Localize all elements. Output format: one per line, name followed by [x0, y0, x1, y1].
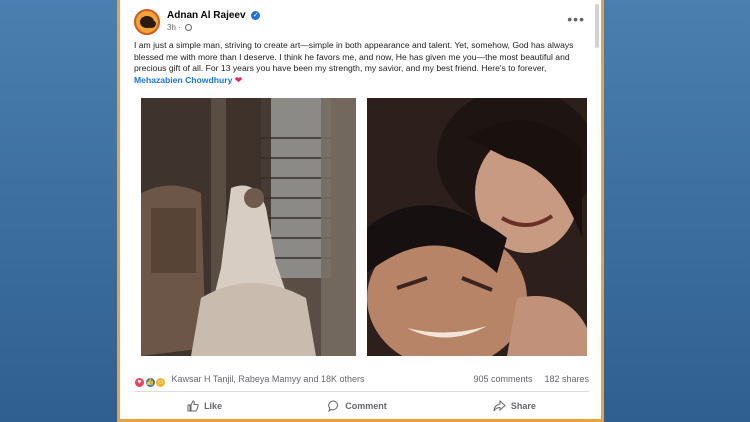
- heart-emoji: ❤: [234, 74, 243, 85]
- engagement-counts: 905 comments 182 shares: [473, 374, 589, 384]
- like-reaction-icon: 👍: [144, 377, 156, 388]
- comments-count[interactable]: 905 comments: [473, 374, 532, 384]
- post-card: Adnan Al Rajeev ✓ 3h · ••• I am just a s…: [117, 0, 604, 422]
- mention-link[interactable]: Mehazabien Chowdhury: [134, 75, 232, 85]
- reactions-summary[interactable]: ♥ 👍 ☺ Kawsar H Tanjil, Rabeya Mamyy and …: [134, 374, 364, 388]
- time-separator: ·: [178, 23, 181, 32]
- thumbs-up-icon: [187, 400, 199, 412]
- bride-photo-illustration: [141, 98, 356, 356]
- share-button[interactable]: Share: [493, 396, 536, 416]
- globe-icon: [185, 24, 193, 31]
- post-caption: I am just a simple man, striving to crea…: [134, 40, 584, 86]
- avatar-image: [140, 16, 154, 28]
- post-time[interactable]: 3h: [167, 23, 176, 32]
- post-meta: 3h ·: [167, 23, 193, 32]
- comment-button[interactable]: Comment: [328, 396, 387, 416]
- share-arrow-icon: [493, 400, 506, 412]
- like-button[interactable]: Like: [187, 396, 222, 416]
- reaction-icons: ♥ 👍 ☺: [134, 376, 167, 388]
- author-name[interactable]: Adnan Al Rajeev: [167, 10, 246, 21]
- shares-count[interactable]: 182 shares: [544, 374, 589, 384]
- more-options-button[interactable]: •••: [567, 11, 585, 27]
- couple-photo-illustration: [367, 98, 587, 356]
- comment-label: Comment: [345, 401, 387, 411]
- photo-bride[interactable]: [141, 98, 356, 356]
- caption-text: I am just a simple man, striving to crea…: [134, 40, 574, 74]
- author-name-row: Adnan Al Rajeev ✓: [167, 10, 261, 21]
- love-reaction-icon: ♥: [134, 377, 145, 388]
- scrollbar[interactable]: [595, 4, 599, 48]
- post-header: Adnan Al Rajeev ✓ 3h · •••: [134, 9, 591, 35]
- action-bar: Like Comment Share: [134, 396, 589, 416]
- comment-bubble-icon: [328, 400, 339, 412]
- care-reaction-icon: ☺: [155, 377, 167, 388]
- share-label: Share: [510, 401, 536, 411]
- author-avatar[interactable]: [134, 9, 160, 35]
- divider: [134, 391, 589, 392]
- photo-couple[interactable]: [367, 98, 587, 356]
- like-label: Like: [204, 401, 223, 411]
- reaction-names[interactable]: Kawsar H Tanjil, Rabeya Mamyy and 18K ot…: [172, 374, 365, 384]
- verified-badge-icon: ✓: [251, 11, 261, 20]
